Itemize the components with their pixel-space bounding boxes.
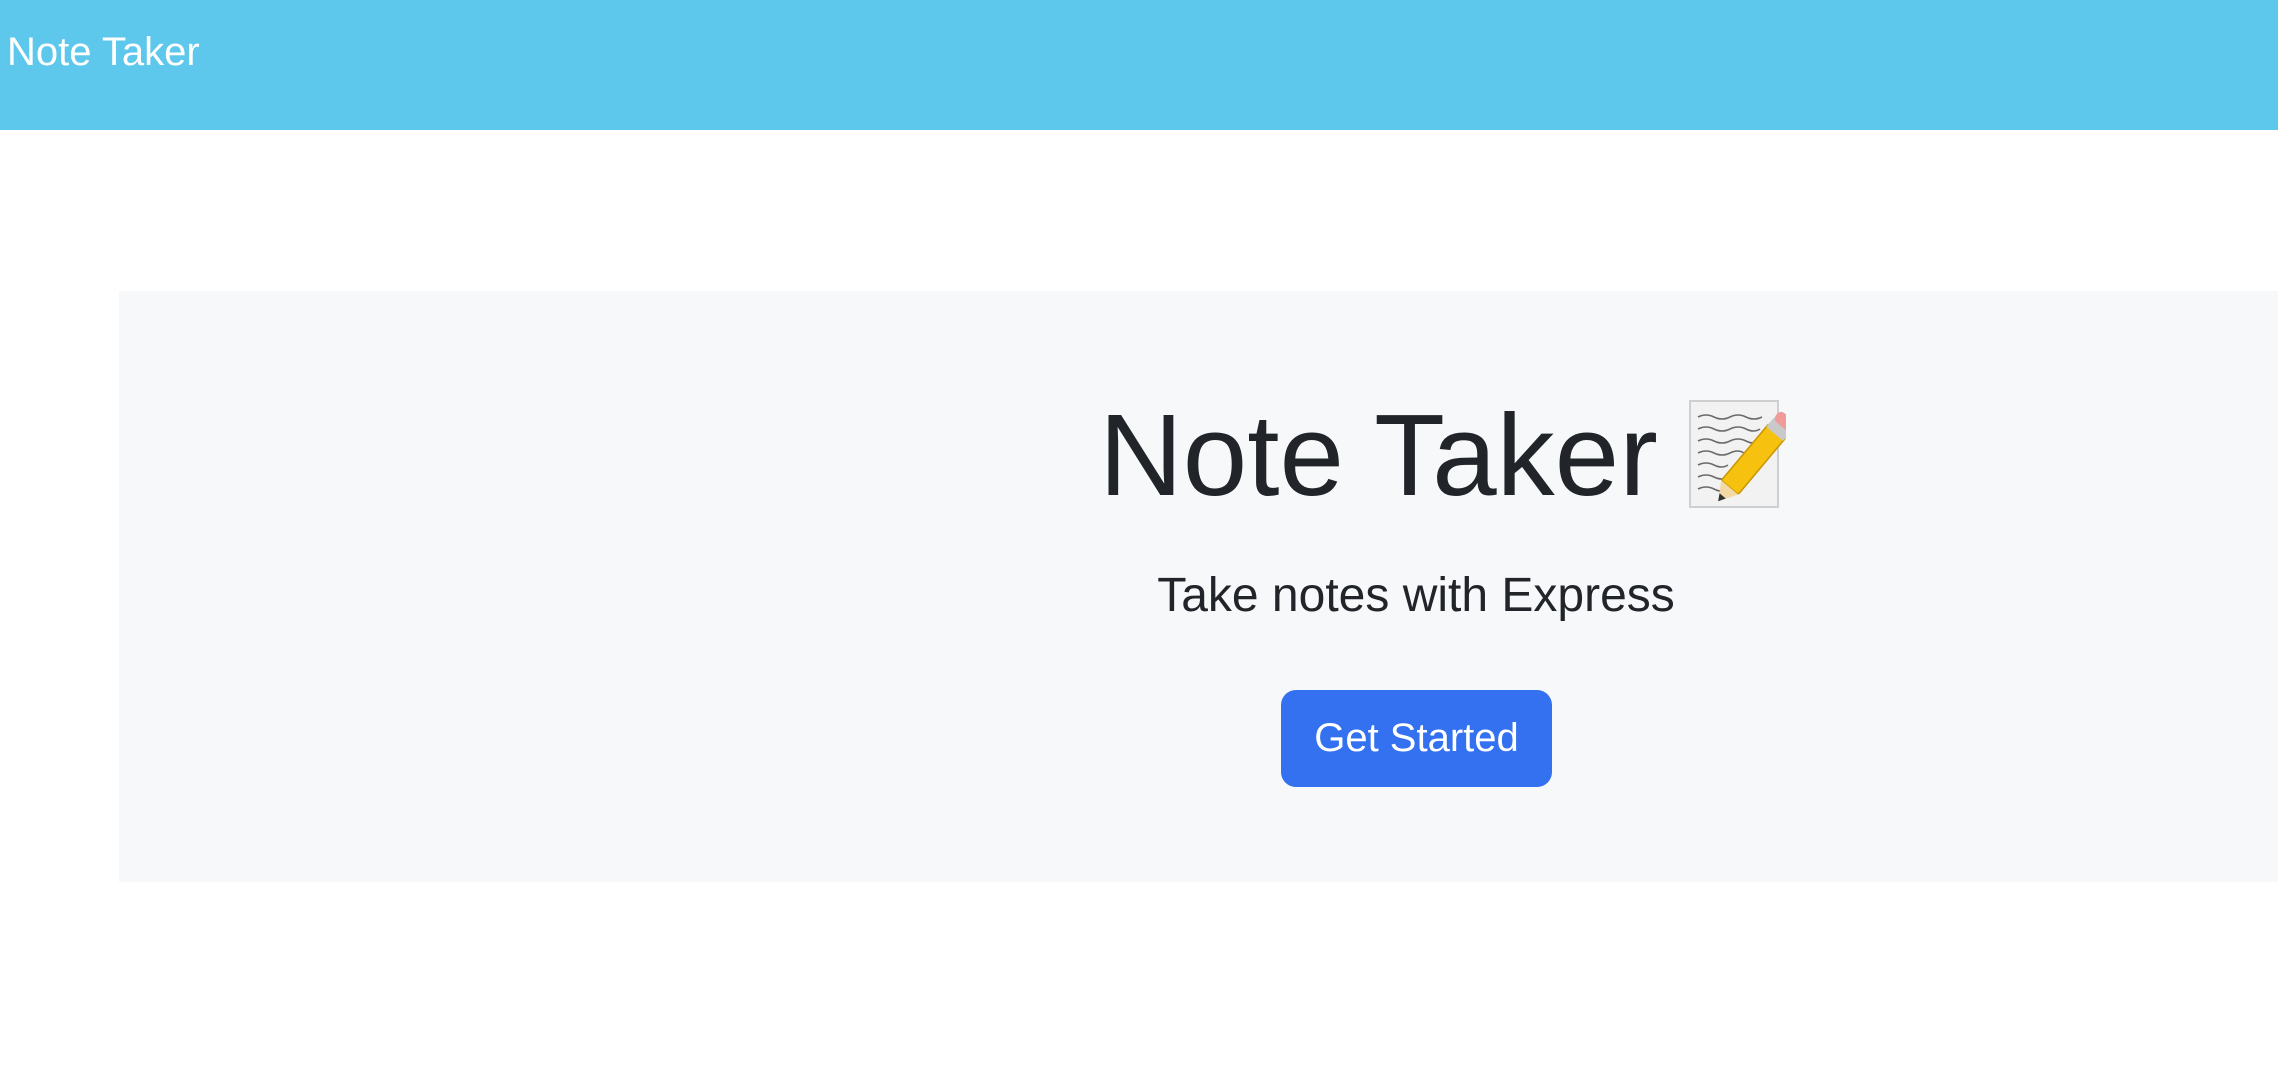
top-navbar: Note Taker [0, 0, 2278, 130]
page-title: Note Taker [1099, 390, 1658, 520]
memo-pencil-icon [1688, 400, 1786, 508]
hero-title-row: Note Taker [1099, 393, 1786, 517]
get-started-button[interactable]: Get Started [1281, 690, 1552, 787]
hero-subtitle: Take notes with Express [1157, 569, 1675, 622]
navbar-brand[interactable]: Note Taker [7, 28, 200, 76]
